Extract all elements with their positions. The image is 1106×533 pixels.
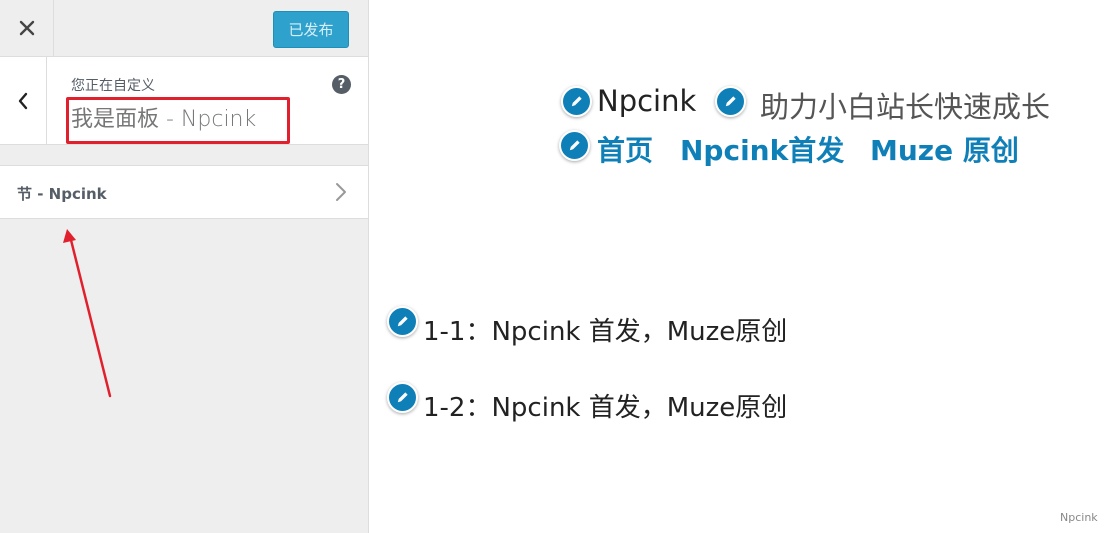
pencil-icon[interactable] xyxy=(561,86,592,117)
pencil-icon[interactable] xyxy=(387,306,418,337)
site-title[interactable]: Npcink xyxy=(597,84,696,118)
pencil-icon[interactable] xyxy=(387,382,418,413)
customizer-sidebar: 已发布 您正在自定义 我是面板 - Npcink ? 节 - Npcink xyxy=(0,0,369,533)
site-description: 助力小白站长快速成长 xyxy=(760,90,1051,124)
pencil-icon[interactable] xyxy=(559,130,590,161)
post-title[interactable]: 1-1：Npcink 首发，Muze原创 xyxy=(423,311,787,348)
menu-item-home[interactable]: 首页 xyxy=(597,129,653,169)
watermark: Npcink xyxy=(1060,511,1098,524)
post-title[interactable]: 1-2：Npcink 首发，Muze原创 xyxy=(423,387,787,424)
menu-item-npcink-first[interactable]: Npcink首发 xyxy=(680,129,844,169)
menu-item-muze-original[interactable]: Muze 原创 xyxy=(870,129,1019,169)
pencil-icon[interactable] xyxy=(715,86,746,117)
arrow-annotation xyxy=(63,229,112,398)
